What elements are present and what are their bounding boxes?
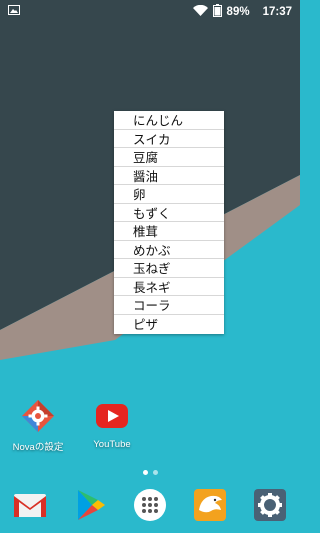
battery-percent: 89% [226, 6, 250, 18]
wifi-icon [192, 4, 208, 19]
dock [0, 488, 300, 528]
app-drawer-icon[interactable] [133, 488, 167, 522]
list-item[interactable]: めかぶ [114, 241, 224, 259]
list-item[interactable]: 醤油 [114, 167, 224, 185]
list-item[interactable]: 豆腐 [114, 148, 224, 167]
list-item[interactable]: 椎茸 [114, 222, 224, 241]
clock: 17:37 [262, 6, 292, 18]
nova-settings-app[interactable]: Novaの設定 [8, 398, 68, 453]
list-item[interactable]: コーラ [114, 296, 224, 315]
list-item[interactable]: 玉ねぎ [114, 259, 224, 278]
app-label: YouTube [93, 439, 131, 450]
nova-settings-icon [22, 400, 54, 432]
gallery-notification-icon [8, 5, 20, 18]
page-dot [152, 470, 158, 475]
play-store-icon[interactable] [73, 488, 107, 522]
page-indicator [0, 470, 300, 475]
list-item[interactable]: にんじん [114, 111, 224, 130]
app-label: Novaの設定 [12, 442, 64, 453]
list-item[interactable]: 卵 [114, 185, 224, 204]
list-item[interactable]: もずく [114, 204, 224, 222]
browser-lion-icon[interactable] [193, 488, 227, 522]
status-bar: 89% 17:37 [0, 0, 300, 24]
youtube-app[interactable]: YouTube [82, 398, 142, 450]
page-dot-active [142, 470, 148, 475]
list-item[interactable]: ピザ [114, 315, 224, 334]
list-item[interactable]: スイカ [114, 130, 224, 148]
battery-icon [212, 4, 222, 20]
list-item[interactable]: 長ネギ [114, 278, 224, 296]
youtube-icon [96, 404, 128, 428]
settings-icon[interactable] [253, 488, 287, 522]
gmail-icon[interactable] [13, 488, 47, 522]
shopping-list-widget[interactable]: にんじん スイカ 豆腐 醤油 卵 もずく 椎茸 めかぶ 玉ねぎ 長ネギ コーラ … [114, 111, 224, 334]
